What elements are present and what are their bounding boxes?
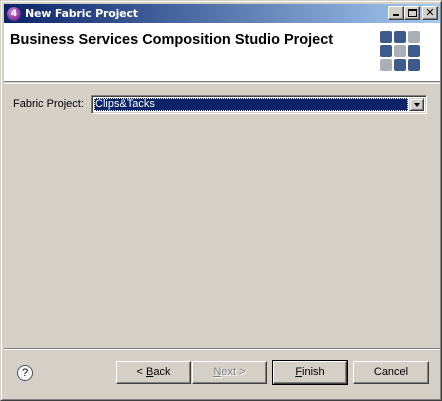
minimize-button[interactable] bbox=[388, 6, 404, 20]
minimize-icon bbox=[393, 14, 399, 16]
fabric-app-icon: 4 bbox=[7, 6, 21, 21]
help-icon[interactable]: ? bbox=[17, 365, 33, 381]
fabric-project-dropdown[interactable]: Clips&Tacks bbox=[91, 95, 427, 114]
fabric-project-label: Fabric Project: bbox=[13, 98, 84, 110]
back-button[interactable]: < Back bbox=[116, 361, 191, 384]
close-button[interactable]: ✕ bbox=[422, 6, 438, 20]
page-title: Business Services Composition Studio Pro… bbox=[10, 32, 334, 48]
fabric-project-selected-value[interactable]: Clips&Tacks bbox=[94, 98, 408, 111]
next-button-label: ext > bbox=[221, 366, 246, 378]
window-title: New Fabric Project bbox=[25, 7, 138, 20]
window-controls: ✕ bbox=[388, 6, 438, 20]
title-bar[interactable]: 4 New Fabric Project ✕ bbox=[4, 4, 440, 23]
finish-button[interactable]: Finish bbox=[272, 360, 348, 385]
dropdown-button[interactable] bbox=[409, 98, 424, 111]
maximize-icon bbox=[408, 9, 417, 17]
wizard-banner: Business Services Composition Studio Pro… bbox=[4, 23, 440, 82]
back-button-prefix: < bbox=[136, 366, 146, 378]
back-button-label: ack bbox=[153, 366, 171, 378]
banner-divider bbox=[4, 83, 440, 84]
finish-button-label: inish bbox=[302, 366, 325, 378]
tile-grid-logo bbox=[380, 31, 420, 71]
cancel-button[interactable]: Cancel bbox=[353, 361, 429, 384]
button-bar-divider bbox=[4, 348, 440, 350]
chevron-down-icon bbox=[414, 103, 420, 107]
next-button[interactable]: Next > bbox=[192, 361, 267, 384]
dialog-window: 4 New Fabric Project ✕ Business Services… bbox=[0, 0, 442, 401]
close-icon: ✕ bbox=[425, 6, 435, 19]
maximize-button[interactable] bbox=[404, 6, 420, 20]
